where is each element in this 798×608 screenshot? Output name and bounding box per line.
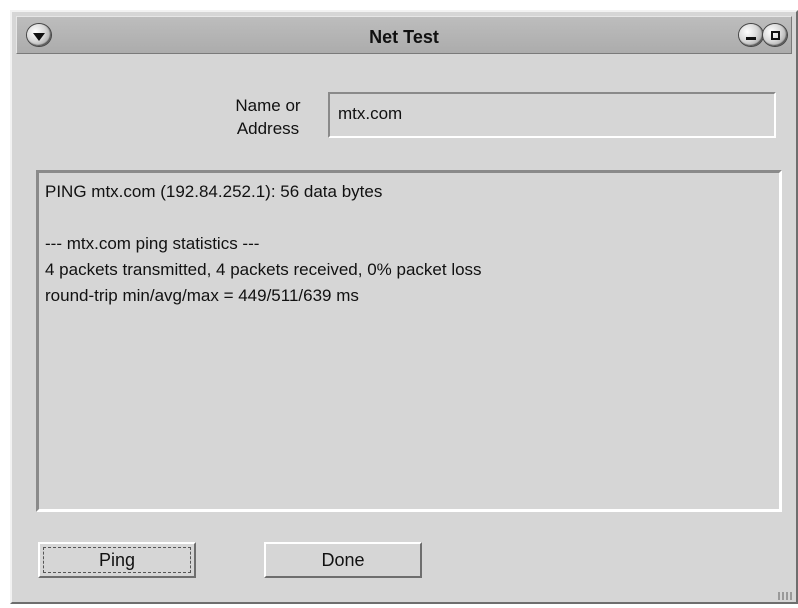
output-line: PING mtx.com (192.84.252.1): 56 data byt… xyxy=(45,182,383,201)
done-button[interactable]: Done xyxy=(264,542,422,578)
resize-grip[interactable] xyxy=(778,592,794,600)
output-line: --- mtx.com ping statistics --- xyxy=(45,234,260,253)
title-bar[interactable]: Net Test xyxy=(16,16,792,54)
minimize-icon xyxy=(746,36,756,40)
name-or-address-label: Name or Address xyxy=(235,96,301,138)
window-title: Net Test xyxy=(369,27,439,47)
net-test-window: Net Test Name or Address mtx.com PING mt… xyxy=(10,10,798,604)
output-line: 4 packets transmitted, 4 packets receive… xyxy=(45,260,482,279)
address-input[interactable]: mtx.com xyxy=(328,92,776,138)
output-line: round-trip min/avg/max = 449/511/639 ms xyxy=(45,286,359,305)
maximize-icon xyxy=(770,30,780,40)
ping-button[interactable]: Ping xyxy=(38,542,196,578)
ping-output-area[interactable]: PING mtx.com (192.84.252.1): 56 data byt… xyxy=(36,170,782,512)
minimize-button[interactable] xyxy=(739,24,763,46)
maximize-button[interactable] xyxy=(763,24,787,46)
